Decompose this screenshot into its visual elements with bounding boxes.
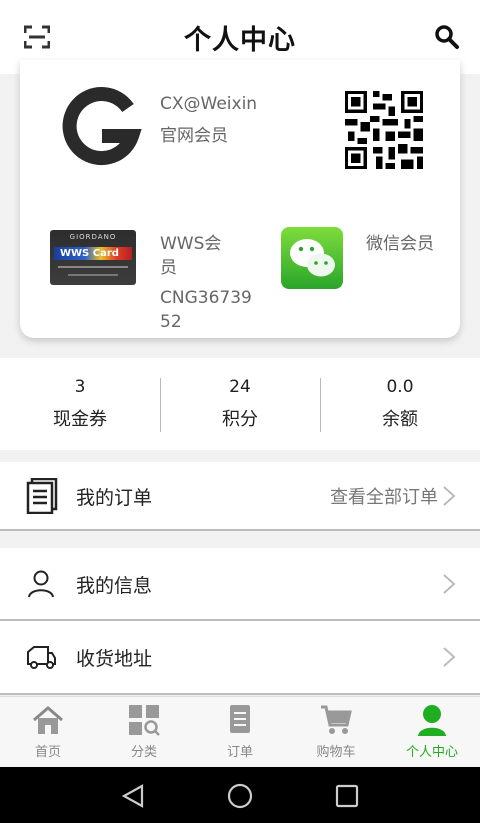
search-icon[interactable] bbox=[434, 24, 460, 50]
my-info-label: 我的信息 bbox=[76, 574, 153, 597]
orders-icon bbox=[230, 705, 250, 733]
back-icon[interactable] bbox=[120, 783, 146, 809]
wws-member-number-1: CNG36739 bbox=[160, 288, 252, 308]
page-title: 个人中心 bbox=[184, 24, 296, 56]
my-orders-row[interactable]: 我的订单 查看全部订单 bbox=[0, 462, 480, 530]
official-member-label: 官网会员 bbox=[160, 126, 228, 146]
tab-profile[interactable]: 个人中心 bbox=[384, 697, 480, 767]
chevron-right-icon bbox=[443, 647, 456, 667]
chevron-right-icon bbox=[443, 486, 456, 506]
my-info-row[interactable]: 我的信息 bbox=[0, 548, 480, 620]
shipping-address-label: 收货地址 bbox=[76, 647, 153, 670]
my-orders-label: 我的订单 bbox=[76, 486, 153, 509]
wws-member-number-2: 52 bbox=[160, 312, 182, 332]
official-member-account: CX@Weixin bbox=[160, 94, 258, 114]
balance-value: 0.0 bbox=[386, 377, 414, 397]
category-icon bbox=[129, 705, 160, 736]
wws-card-image: GIORDANO WWS Card bbox=[50, 230, 136, 285]
stat-coupons[interactable]: 3 现金券 bbox=[0, 358, 160, 450]
tab-cart[interactable]: 购物车 bbox=[288, 697, 384, 767]
shipping-address-row[interactable]: 收货地址 bbox=[0, 621, 480, 693]
view-all-orders-link[interactable]: 查看全部订单 bbox=[330, 483, 438, 509]
stat-balance[interactable]: 0.0 余额 bbox=[320, 358, 480, 450]
wechat-logo bbox=[281, 227, 343, 289]
chevron-right-icon bbox=[443, 574, 456, 594]
delivery-truck-icon bbox=[27, 646, 56, 669]
tab-category[interactable]: 分类 bbox=[96, 697, 192, 767]
balance-label: 余额 bbox=[382, 409, 418, 430]
points-label: 积分 bbox=[222, 409, 258, 430]
scan-icon[interactable] bbox=[24, 25, 50, 49]
tab-cart-label: 购物车 bbox=[316, 745, 356, 760]
qr-code-icon[interactable] bbox=[345, 91, 423, 169]
home-button-icon[interactable] bbox=[227, 783, 253, 809]
coupons-value: 3 bbox=[74, 377, 86, 397]
system-navigation-bar bbox=[0, 767, 480, 823]
stat-points[interactable]: 24 积分 bbox=[160, 358, 320, 450]
points-value: 24 bbox=[229, 377, 251, 397]
coupons-label: 现金券 bbox=[53, 409, 107, 430]
wws-card-text: WWS Card bbox=[60, 248, 119, 259]
user-icon bbox=[28, 570, 54, 598]
home-icon bbox=[33, 706, 63, 734]
wechat-member-label: 微信会员 bbox=[366, 234, 434, 254]
document-icon bbox=[26, 478, 58, 514]
tab-orders[interactable]: 订单 bbox=[192, 697, 288, 767]
wws-member-label-1: WWS会 bbox=[160, 234, 222, 254]
tab-home-label: 首页 bbox=[34, 745, 61, 760]
wws-member-label-2: 员 bbox=[160, 258, 177, 278]
account-stats: 3 现金券 24 积分 0.0 余额 bbox=[0, 358, 480, 450]
profile-icon bbox=[418, 705, 446, 736]
wws-card-brand: GIORDANO bbox=[69, 233, 117, 241]
tab-orders-label: 订单 bbox=[226, 745, 253, 760]
bottom-tab-bar: 首页 分类 订单 购物车 个人中心 bbox=[0, 696, 480, 767]
tab-category-label: 分类 bbox=[130, 745, 157, 760]
tab-profile-label: 个人中心 bbox=[405, 745, 458, 760]
tab-home[interactable]: 首页 bbox=[0, 697, 96, 767]
membership-card: CX@Weixin 官网会员 GIORDANO WWS Card WWS会 员 … bbox=[20, 60, 460, 338]
cart-icon bbox=[321, 705, 352, 734]
giordano-logo bbox=[62, 87, 142, 166]
recent-apps-icon[interactable] bbox=[334, 783, 360, 809]
